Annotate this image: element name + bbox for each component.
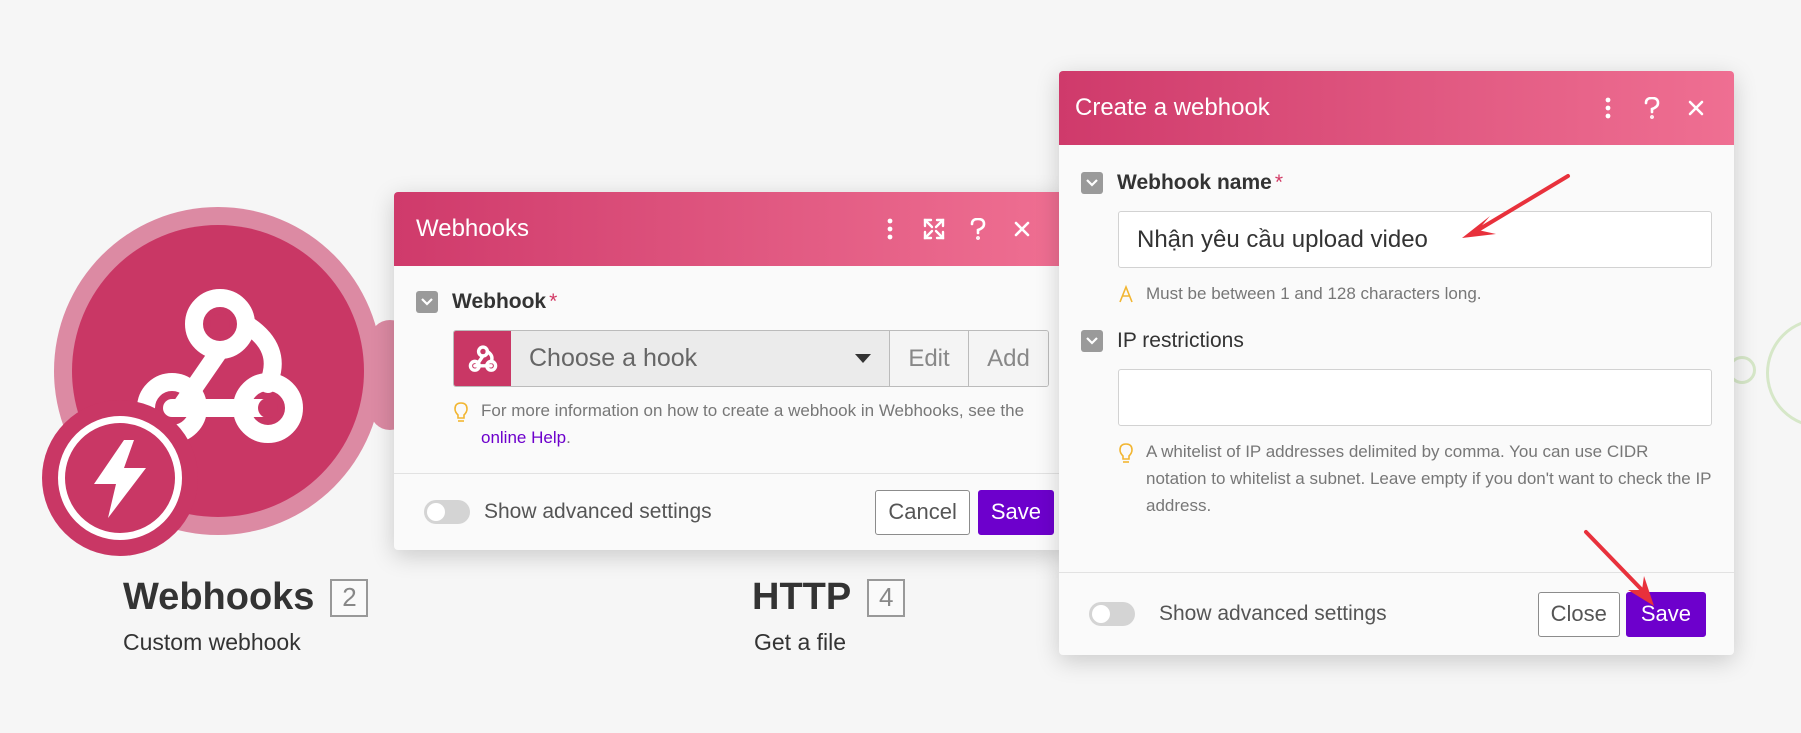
http-module-subtitle: Get a file xyxy=(754,629,847,655)
required-mark: * xyxy=(549,290,558,313)
advanced-settings-label: Show advanced settings xyxy=(1159,602,1387,625)
module-count-badge: 4 xyxy=(867,578,906,617)
webhooks-dialog: Webhooks Webhook * Choose a hook Edit Ad… xyxy=(394,192,1066,550)
hook-select-dropdown[interactable]: Choose a hook xyxy=(511,331,890,386)
hint-text: For more information on how to create a … xyxy=(481,401,1025,447)
lightbulb-icon xyxy=(454,402,468,422)
webhooks-module-subtitle: Custom webhook xyxy=(123,629,301,655)
help-icon[interactable] xyxy=(956,207,1000,251)
advanced-settings-toggle[interactable] xyxy=(1089,602,1135,626)
expand-icon[interactable] xyxy=(912,207,956,251)
create-webhook-dialog: Create a webhook Webhook name* Must b xyxy=(1059,71,1734,655)
chevron-down-icon xyxy=(855,354,871,363)
hint-text: Must be between 1 and 128 characters lon… xyxy=(1146,284,1482,303)
module-count-badge: 2 xyxy=(330,578,369,617)
advanced-settings-label: Show advanced settings xyxy=(484,500,712,523)
ip-restrictions-field-header: IP restrictions xyxy=(1081,329,1712,353)
webhook-field-label: Webhook * xyxy=(452,290,558,313)
cancel-button[interactable]: Cancel xyxy=(875,489,970,535)
dialog-title: Webhooks xyxy=(416,215,529,242)
field-toggle-checkbox[interactable] xyxy=(416,291,438,313)
hook-select-placeholder: Choose a hook xyxy=(529,344,698,372)
module-title-text: HTTP xyxy=(752,576,852,618)
help-icon[interactable] xyxy=(1630,86,1674,130)
webhooks-module-title: Webhooks 2 xyxy=(123,576,369,619)
dialog-body: Webhook * Choose a hook Edit Add For mor… xyxy=(394,266,1066,451)
lightbulb-icon xyxy=(1119,443,1133,463)
edit-hook-button[interactable]: Edit xyxy=(890,331,969,386)
ip-restrictions-hint: A whitelist of IP addresses delimited by… xyxy=(1118,438,1712,519)
ip-restrictions-label: IP restrictions xyxy=(1117,329,1244,352)
field-toggle-checkbox[interactable] xyxy=(1081,330,1103,352)
dialog-header[interactable]: Create a webhook xyxy=(1059,71,1734,145)
character-limit-icon xyxy=(1119,285,1133,303)
save-button[interactable]: Save xyxy=(1625,591,1706,637)
field-toggle-checkbox[interactable] xyxy=(1081,172,1103,194)
close-icon[interactable] xyxy=(1000,207,1044,251)
hint-text: A whitelist of IP addresses delimited by… xyxy=(1146,442,1712,515)
webhook-name-hint: Must be between 1 and 128 characters lon… xyxy=(1118,280,1712,307)
dialog-footer: Show advanced settings Cancel Save xyxy=(394,473,1066,550)
ip-restrictions-input[interactable] xyxy=(1118,369,1712,426)
close-icon[interactable] xyxy=(1674,86,1718,130)
close-button[interactable]: Close xyxy=(1537,591,1620,637)
webhook-field-hint: For more information on how to create a … xyxy=(453,397,1044,451)
http-module-title: HTTP 4 xyxy=(752,576,906,619)
ghost-module-circle xyxy=(1766,318,1801,428)
hook-picker: Choose a hook Edit Add xyxy=(453,330,1049,387)
webhook-icon xyxy=(454,331,511,386)
dialog-title: Create a webhook xyxy=(1075,94,1270,121)
webhook-name-label: Webhook name * xyxy=(1117,171,1283,194)
save-button[interactable]: Save xyxy=(977,489,1054,535)
module-title-text: Webhooks xyxy=(123,576,315,618)
more-icon[interactable] xyxy=(1586,86,1630,130)
advanced-settings-toggle[interactable] xyxy=(424,500,470,524)
dialog-footer: Show advanced settings Close Save xyxy=(1059,572,1734,655)
webhook-name-field-header: Webhook name * xyxy=(1081,171,1712,195)
online-help-link[interactable]: online Help xyxy=(481,428,566,447)
required-mark: * xyxy=(1274,171,1283,194)
dialog-header[interactable]: Webhooks xyxy=(394,192,1066,266)
dialog-body: Webhook name* Must be between 1 and 128 … xyxy=(1059,145,1734,519)
webhook-name-input[interactable] xyxy=(1118,211,1712,268)
more-icon[interactable] xyxy=(868,207,912,251)
webhook-field-header: Webhook * xyxy=(416,290,1044,314)
add-hook-button[interactable]: Add xyxy=(969,331,1048,386)
lightning-icon xyxy=(94,440,146,518)
